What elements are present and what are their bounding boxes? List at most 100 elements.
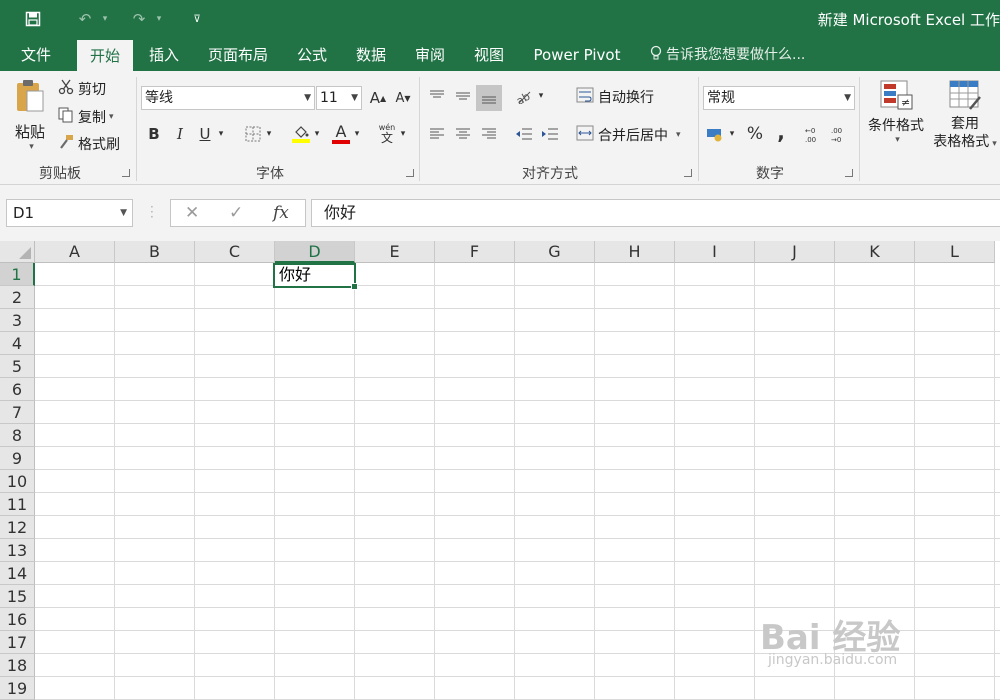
italic-button[interactable]: I xyxy=(169,123,191,145)
comma-style-button[interactable]: , xyxy=(770,120,792,144)
number-dialog-launcher-icon[interactable] xyxy=(845,169,853,177)
paste-button[interactable]: 粘贴 ▾ xyxy=(10,77,50,157)
align-center-icon[interactable] xyxy=(452,123,474,145)
tab-insert[interactable]: 插入 xyxy=(139,40,189,71)
row-header-14[interactable]: 14 xyxy=(0,562,35,585)
cut-button[interactable]: 剪切 xyxy=(58,79,106,99)
row-header-10[interactable]: 10 xyxy=(0,470,35,493)
row-header-13[interactable]: 13 xyxy=(0,539,35,562)
align-bottom-icon[interactable] xyxy=(476,85,502,111)
align-top-icon[interactable] xyxy=(426,85,448,107)
borders-icon[interactable] xyxy=(242,123,264,145)
customize-quick-access-icon[interactable]: ⊽ xyxy=(188,8,206,30)
column-header-a[interactable]: A xyxy=(35,241,115,263)
font-color-dropdown-icon[interactable]: ▾ xyxy=(351,123,363,145)
column-header-b[interactable]: B xyxy=(115,241,195,263)
tab-file[interactable]: 文件 xyxy=(10,40,62,71)
align-middle-icon[interactable] xyxy=(452,85,474,107)
tab-power-pivot[interactable]: Power Pivot xyxy=(526,40,628,71)
column-header-i[interactable]: I xyxy=(675,241,755,263)
increase-decimal-icon[interactable]: ←0.00 xyxy=(804,123,826,145)
row-header-1[interactable]: 1 xyxy=(0,263,35,286)
column-header-k[interactable]: K xyxy=(835,241,915,263)
accounting-format-icon[interactable] xyxy=(704,123,726,145)
tab-home[interactable]: 开始 xyxy=(77,40,133,71)
row-header-5[interactable]: 5 xyxy=(0,355,35,378)
row-header-19[interactable]: 19 xyxy=(0,677,35,700)
active-cell-d1[interactable]: 你好 xyxy=(273,263,358,290)
clipboard-dialog-launcher-icon[interactable] xyxy=(122,169,130,177)
percent-style-button[interactable]: % xyxy=(744,123,766,145)
row-header-6[interactable]: 6 xyxy=(0,378,35,401)
select-all-button[interactable] xyxy=(0,241,35,263)
column-header-h[interactable]: H xyxy=(595,241,675,263)
column-header-f[interactable]: F xyxy=(435,241,515,263)
tell-me-search[interactable]: 告诉我您想要做什么... xyxy=(650,40,805,71)
tab-formulas[interactable]: 公式 xyxy=(287,40,337,71)
decrease-font-size-icon[interactable]: A ▼ xyxy=(392,87,414,109)
increase-font-size-icon[interactable]: A ▲ xyxy=(367,87,389,109)
column-header-l[interactable]: L xyxy=(915,241,995,263)
column-header-g[interactable]: G xyxy=(515,241,595,263)
tab-data[interactable]: 数据 xyxy=(346,40,396,71)
column-header-d[interactable]: D xyxy=(275,241,355,263)
merge-center-button[interactable]: 合并后居中 ▾ xyxy=(576,125,681,145)
row-header-11[interactable]: 11 xyxy=(0,493,35,516)
font-dialog-launcher-icon[interactable] xyxy=(406,169,414,177)
column-header-j[interactable]: J xyxy=(755,241,835,263)
save-icon[interactable] xyxy=(22,8,44,30)
row-header-3[interactable]: 3 xyxy=(0,309,35,332)
conditional-format-button[interactable]: ≠ 条件格式 ▾ xyxy=(864,79,928,145)
phonetic-dropdown-icon[interactable]: ▾ xyxy=(397,123,409,145)
column-header-e[interactable]: E xyxy=(355,241,435,263)
row-header-18[interactable]: 18 xyxy=(0,654,35,677)
merge-center-dropdown-icon[interactable]: ▾ xyxy=(676,130,681,140)
wrap-text-button[interactable]: 自动换行 xyxy=(576,87,654,107)
phonetic-guide-icon[interactable]: wén 文 xyxy=(376,121,398,147)
confirm-entry-icon[interactable]: ✓ xyxy=(229,203,243,223)
row-header-12[interactable]: 12 xyxy=(0,516,35,539)
row-header-4[interactable]: 4 xyxy=(0,332,35,355)
insert-function-icon[interactable]: fx xyxy=(273,203,289,223)
number-format-combo[interactable]: 常规 ▼ xyxy=(703,86,855,110)
row-header-2[interactable]: 2 xyxy=(0,286,35,309)
format-as-table-button[interactable]: 套用 表格格式 ▾ xyxy=(930,79,1000,153)
undo-dropdown-icon[interactable]: ▾ xyxy=(98,8,112,30)
name-box[interactable]: D1 ▼ xyxy=(6,199,133,227)
redo-icon[interactable]: ↷ xyxy=(128,8,150,30)
undo-icon[interactable]: ↶ xyxy=(74,8,96,30)
decrease-decimal-icon[interactable]: .00 →0 xyxy=(830,123,852,145)
copy-dropdown-icon[interactable]: ▾ xyxy=(109,112,114,122)
row-header-17[interactable]: 17 xyxy=(0,631,35,654)
orientation-icon[interactable]: ab xyxy=(513,85,535,107)
row-header-15[interactable]: 15 xyxy=(0,585,35,608)
bold-button[interactable]: B xyxy=(143,123,165,145)
format-painter-button[interactable]: 格式刷 xyxy=(58,134,120,154)
redo-dropdown-icon[interactable]: ▾ xyxy=(152,8,166,30)
font-name-combo[interactable]: 等线 ▼ xyxy=(141,86,315,110)
underline-button[interactable]: U xyxy=(194,123,216,145)
row-header-9[interactable]: 9 xyxy=(0,447,35,470)
tab-view[interactable]: 视图 xyxy=(464,40,514,71)
increase-indent-icon[interactable] xyxy=(539,123,561,145)
font-color-button[interactable]: A xyxy=(330,121,352,147)
formula-bar-grip-icon[interactable]: · · · xyxy=(150,201,154,223)
row-header-16[interactable]: 16 xyxy=(0,608,35,631)
font-size-combo[interactable]: 11 ▼ xyxy=(316,86,362,110)
tab-review[interactable]: 审阅 xyxy=(405,40,455,71)
cancel-entry-icon[interactable]: ✕ xyxy=(185,203,199,223)
decrease-indent-icon[interactable] xyxy=(513,123,535,145)
align-right-icon[interactable] xyxy=(478,123,500,145)
copy-button[interactable]: 复制 ▾ xyxy=(58,107,114,127)
accounting-dropdown-icon[interactable]: ▾ xyxy=(726,123,738,145)
column-header-c[interactable]: C xyxy=(195,241,275,263)
underline-dropdown-icon[interactable]: ▾ xyxy=(215,123,227,145)
fill-color-dropdown-icon[interactable]: ▾ xyxy=(311,123,323,145)
alignment-dialog-launcher-icon[interactable] xyxy=(684,169,692,177)
formula-input[interactable]: 你好 xyxy=(311,199,1000,227)
orientation-dropdown-icon[interactable]: ▾ xyxy=(535,85,547,107)
align-left-icon[interactable] xyxy=(426,123,448,145)
fill-color-icon[interactable] xyxy=(290,121,312,147)
borders-dropdown-icon[interactable]: ▾ xyxy=(263,123,275,145)
row-header-7[interactable]: 7 xyxy=(0,401,35,424)
